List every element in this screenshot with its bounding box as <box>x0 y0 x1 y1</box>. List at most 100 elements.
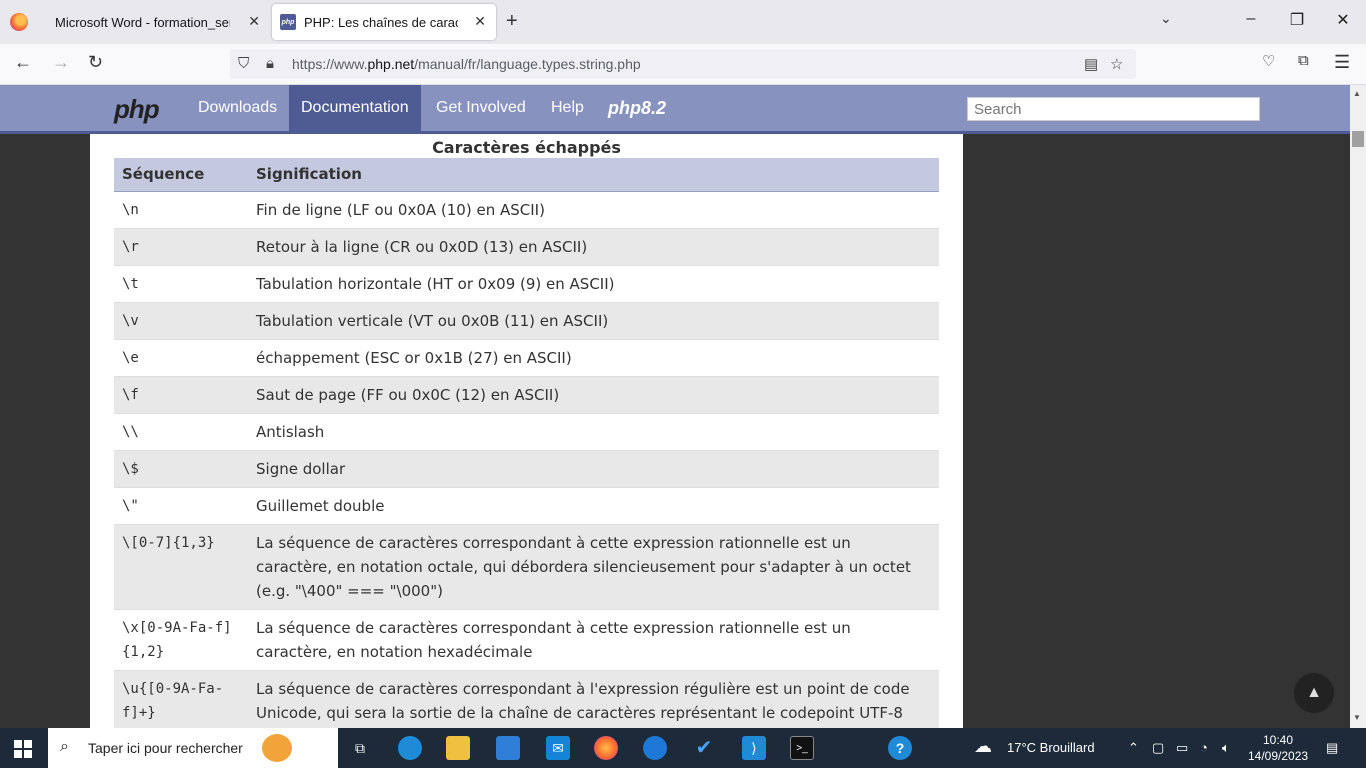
scroll-down-arrow-icon[interactable]: ▼ <box>1353 713 1361 722</box>
taskbar-search-box[interactable]: ⌕ Taper ici pour rechercher <box>48 728 338 768</box>
edge-icon[interactable] <box>398 736 422 760</box>
meaning-cell: Fin de ligne (LF ou 0x0A (10) en ASCII) <box>248 191 939 229</box>
scrollbar-thumb[interactable] <box>1352 131 1364 147</box>
tab-php[interactable]: php PHP: Les chaînes de caractères ✕ <box>272 4 496 40</box>
sequence-cell: \f <box>114 376 248 414</box>
table-row: \" Guillemet double <box>114 487 939 525</box>
terminal-icon[interactable]: >_ <box>790 736 814 760</box>
menu-get-involved[interactable]: Get Involved <box>424 85 538 131</box>
table-row: \v Tabulation verticale (VT ou 0x0B (11) … <box>114 302 939 340</box>
back-icon[interactable]: ← <box>14 52 32 73</box>
meaning-cell: Tabulation horizontale (HT or 0x09 (9) e… <box>248 265 939 303</box>
help-icon[interactable]: ? <box>888 736 912 760</box>
browser-tab-bar: Microsoft Word - formation_semaine ✕ php… <box>0 0 1366 44</box>
table-row: \e échappement (ESC or 0x1B (27) en ASCII… <box>114 339 939 377</box>
todo-icon[interactable]: ✔ <box>692 736 716 760</box>
url-domain: php.net <box>367 56 415 72</box>
column-header-meaning: Signification <box>248 158 939 192</box>
sequence-cell: \u{[0-9A-Fa-f]+} <box>114 670 248 728</box>
table-header-row: Séquence Signification <box>114 158 939 192</box>
table-row: \f Saut de page (FF ou 0x0C (12) en ASCII… <box>114 376 939 414</box>
table-row: \\ Antislash <box>114 413 939 451</box>
meaning-cell: Retour à la ligne (CR ou 0x0D (13) en AS… <box>248 228 939 266</box>
sequence-cell: \v <box>114 302 248 340</box>
sequence-cell: \\ <box>114 413 248 451</box>
wifi-icon[interactable]: ◔ <box>1200 740 1208 755</box>
sequence-cell: \r <box>114 228 248 266</box>
thunderbird-icon[interactable] <box>643 736 667 760</box>
vertical-scrollbar[interactable]: ▲ ▼ <box>1350 85 1366 728</box>
php-logo[interactable]: php <box>114 94 160 125</box>
close-icon[interactable]: ✕ <box>474 13 486 30</box>
sequence-cell: \e <box>114 339 248 377</box>
cloud-weather-icon[interactable]: ☁ <box>974 736 992 757</box>
reload-icon[interactable]: ↻ <box>88 52 103 73</box>
clock-date: 14/09/2023 <box>1248 749 1309 763</box>
sequence-cell: \t <box>114 265 248 303</box>
pocket-icon[interactable]: ♡ <box>1262 52 1275 70</box>
sequence-cell: \[0-7]{1,3} <box>114 524 248 610</box>
main-content: Caractères échappés Séquence Significati… <box>90 134 963 728</box>
menu-documentation[interactable]: Documentation <box>289 85 421 131</box>
microsoft-store-icon[interactable] <box>496 736 520 760</box>
meaning-cell: La séquence de caractères correspondant … <box>248 524 939 610</box>
table-row: \r Retour à la ligne (CR ou 0x0D (13) en … <box>114 228 939 266</box>
menu-help[interactable]: Help <box>539 85 596 131</box>
meet-now-icon[interactable]: ▢ <box>1152 740 1164 756</box>
task-view-icon[interactable]: ⧉ <box>348 736 372 760</box>
tab-word[interactable]: Microsoft Word - formation_semaine ✕ <box>42 4 270 40</box>
extensions-icon[interactable]: ⧉ <box>1298 52 1309 69</box>
table-row: \u{[0-9A-Fa-f]+} La séquence de caractère… <box>114 670 939 728</box>
url-prefix: https://www. <box>292 56 368 72</box>
search-icon: ⌕ <box>60 738 69 755</box>
meaning-cell: Tabulation verticale (VT ou 0x0B (11) en… <box>248 302 939 340</box>
sequence-cell: \n <box>114 191 248 229</box>
meaning-cell: La séquence de caractères correspondant … <box>248 670 939 728</box>
window-close-icon[interactable]: ✕ <box>1333 10 1353 30</box>
vscode-icon[interactable]: ⟩ <box>742 736 766 760</box>
volume-icon[interactable]: 🔈︎ <box>1222 740 1230 756</box>
table-caption: Caractères échappés <box>432 138 621 157</box>
table-row: \t Tabulation horizontale (HT or 0x09 (9)… <box>114 265 939 303</box>
php-version-badge[interactable]: php8.2 <box>608 98 666 119</box>
firefox-icon[interactable] <box>10 13 28 31</box>
windows-start-icon[interactable] <box>14 740 32 758</box>
shield-icon[interactable]: ⛉ <box>238 55 249 72</box>
forward-icon[interactable]: → <box>52 52 70 73</box>
show-hidden-icons-icon[interactable]: ⌃ <box>1128 740 1139 756</box>
meaning-cell: Saut de page (FF ou 0x0C (12) en ASCII) <box>248 376 939 414</box>
bookmark-star-icon[interactable]: ☆ <box>1110 55 1123 73</box>
url-text[interactable]: https://www.php.net/manual/fr/language.t… <box>292 56 641 72</box>
meaning-cell: Antislash <box>248 413 939 451</box>
reader-view-icon[interactable]: ▤ <box>1084 55 1098 73</box>
minimize-icon[interactable]: – <box>1241 10 1261 28</box>
weather-widget-icon[interactable] <box>262 734 292 762</box>
clock[interactable]: 10:40 14/09/2023 <box>1248 732 1308 764</box>
meaning-cell: Signe dollar <box>248 450 939 488</box>
lock-icon[interactable]: 🔒︎ <box>266 55 274 72</box>
url-bar[interactable]: ⛉ 🔒︎ https://www.php.net/manual/fr/langu… <box>230 49 1136 79</box>
menu-icon[interactable]: ☰ <box>1334 52 1350 73</box>
table-row: \[0-7]{1,3} La séquence de caractères cor… <box>114 524 939 610</box>
file-explorer-icon[interactable] <box>446 736 470 760</box>
scroll-up-arrow-icon[interactable]: ▲ <box>1353 89 1361 98</box>
battery-icon[interactable]: ▭ <box>1176 740 1188 756</box>
list-tabs-chevron-icon[interactable]: ⌄ <box>1160 10 1172 27</box>
sequence-cell: \" <box>114 487 248 525</box>
close-icon[interactable]: ✕ <box>248 13 260 30</box>
sequence-cell: \$ <box>114 450 248 488</box>
maximize-icon[interactable]: ❐ <box>1287 10 1307 30</box>
navigation-bar: ← → ↻ ⛉ 🔒︎ https://www.php.net/manual/fr… <box>0 44 1366 85</box>
php-favicon-icon: php <box>280 14 296 30</box>
php-header: php Downloads Documentation Get Involved… <box>0 85 1350 134</box>
firefox-taskbar-icon[interactable] <box>594 736 618 760</box>
mail-icon[interactable]: ✉ <box>546 736 570 760</box>
new-tab-icon[interactable]: + <box>506 10 518 33</box>
back-to-top-button[interactable]: ▲ <box>1294 673 1334 713</box>
menu-downloads[interactable]: Downloads <box>186 85 289 131</box>
search-input[interactable] <box>967 97 1260 121</box>
notifications-icon[interactable]: ▤ <box>1326 740 1338 756</box>
meaning-cell: Guillemet double <box>248 487 939 525</box>
weather-text[interactable]: 17°C Brouillard <box>1007 740 1095 755</box>
tab-title: PHP: Les chaînes de caractères <box>304 14 458 30</box>
